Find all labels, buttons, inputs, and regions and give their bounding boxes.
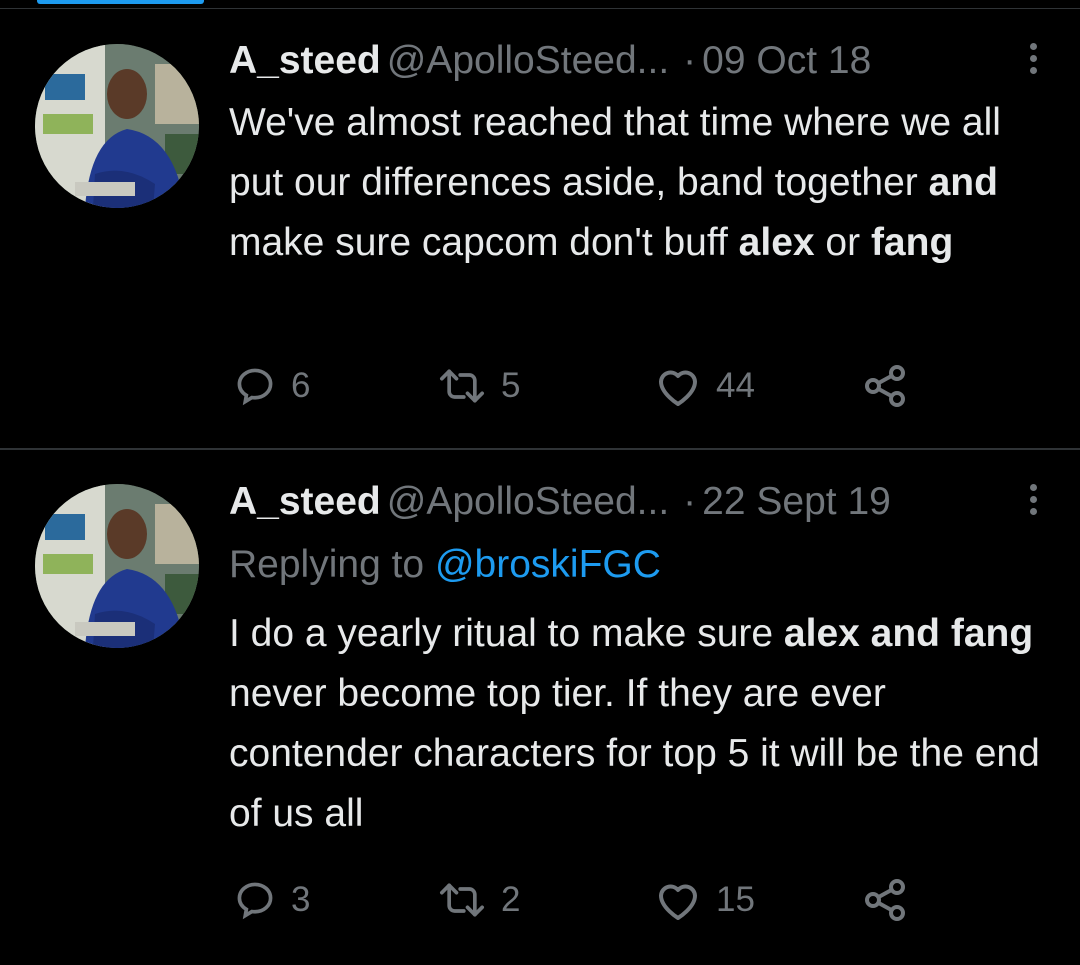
like-count: 44 [716,366,755,405]
tweet-text: I do a yearly ritual to make sure alex a… [229,604,1049,844]
tweet-header: A_steed @ApolloSteed... · 22 Sept 19 [229,478,1040,526]
share-button[interactable] [861,875,909,925]
retweet-icon [440,883,484,917]
like-button[interactable]: 15 [654,875,755,925]
text-segment: I do a yearly ritual to make sure [229,612,784,655]
tweet[interactable]: A_steed @ApolloSteed... · 22 Sept 19 Replyi… [0,450,1080,965]
replying-to: Replying to @broskiFGC [229,540,661,590]
share-icon [865,365,905,407]
separator-dot: · [683,480,697,523]
handle[interactable]: @ApolloSteed... [387,480,669,523]
text-segment-bold: alex and fang [783,612,1034,655]
separator-dot: · [683,39,697,82]
tweet[interactable]: A_steed @ApolloSteed... · 09 Oct 18 We've a… [0,9,1080,448]
avatar[interactable] [35,44,199,208]
tweet-header: A_steed @ApolloSteed... · 09 Oct 18 [229,37,1040,85]
text-segment: We've almost reached that time where we … [229,101,1001,204]
reply-button[interactable]: 3 [233,875,310,925]
reply-icon [237,882,273,920]
tweet-text: We've almost reached that time where we … [229,93,1049,273]
retweet-button[interactable]: 2 [437,875,520,925]
replying-to-label: Replying to [229,543,425,586]
text-segment: make sure capcom don't buff [229,221,739,264]
tweet-actions: 3 2 15 [229,875,929,925]
more-vertical-icon[interactable] [1026,43,1040,79]
tab-active-indicator [37,0,204,4]
like-icon [659,884,697,920]
avatar[interactable] [35,484,199,648]
display-name[interactable]: A_steed [229,480,381,523]
like-icon [659,370,697,406]
reply-button[interactable]: 6 [233,361,310,411]
like-button[interactable]: 44 [654,361,755,411]
replying-to-handle-link[interactable]: @broskiFGC [435,543,661,586]
text-segment: never become top tier. If they are ever … [229,672,1040,835]
retweet-icon [440,369,484,403]
retweet-count: 2 [501,880,521,919]
reply-count: 3 [291,880,311,919]
tweet-actions: 6 5 44 [229,361,929,411]
display-name[interactable]: A_steed [229,39,381,82]
handle[interactable]: @ApolloSteed... [387,39,669,82]
reply-count: 6 [291,366,311,405]
text-segment-bold: and [928,161,998,204]
share-icon [865,879,905,921]
text-segment-bold: fang [870,221,954,264]
text-segment: or [814,221,871,264]
more-vertical-icon[interactable] [1026,484,1040,520]
retweet-count: 5 [501,366,521,405]
retweet-button[interactable]: 5 [437,361,520,411]
reply-icon [237,368,273,406]
timestamp[interactable]: 22 Sept 19 [702,480,891,523]
text-segment-bold: alex [738,221,815,264]
timestamp[interactable]: 09 Oct 18 [702,39,871,82]
like-count: 15 [716,880,755,919]
share-button[interactable] [861,361,909,411]
